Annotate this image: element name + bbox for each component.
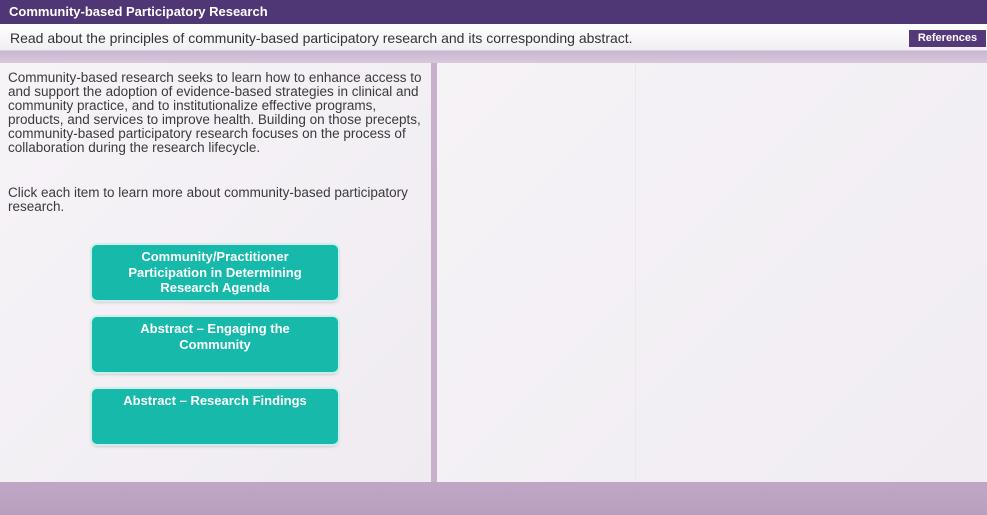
instruction-paragraph: Click each item to learn more about comm…	[8, 185, 408, 214]
intro-paragraph: Community-based research seeks to learn …	[8, 70, 422, 155]
right-panel-guide-line	[635, 63, 636, 482]
community-participation-button[interactable]: Community/Practitioner Participation in …	[92, 245, 338, 300]
instruction-bar: Read about the principles of community-b…	[0, 24, 987, 51]
bottom-decorative-strip	[0, 482, 987, 515]
top-decorative-strip	[0, 51, 987, 63]
abstract-research-findings-button[interactable]: Abstract – Research Findings	[92, 389, 338, 444]
references-button[interactable]: References	[909, 30, 986, 47]
abstract-engaging-community-button[interactable]: Abstract – Engaging the Community	[92, 317, 338, 372]
instruction-text: Read about the principles of community-b…	[10, 30, 633, 46]
page-title: Community-based Participatory Research	[0, 0, 987, 24]
right-content-panel	[437, 63, 987, 482]
